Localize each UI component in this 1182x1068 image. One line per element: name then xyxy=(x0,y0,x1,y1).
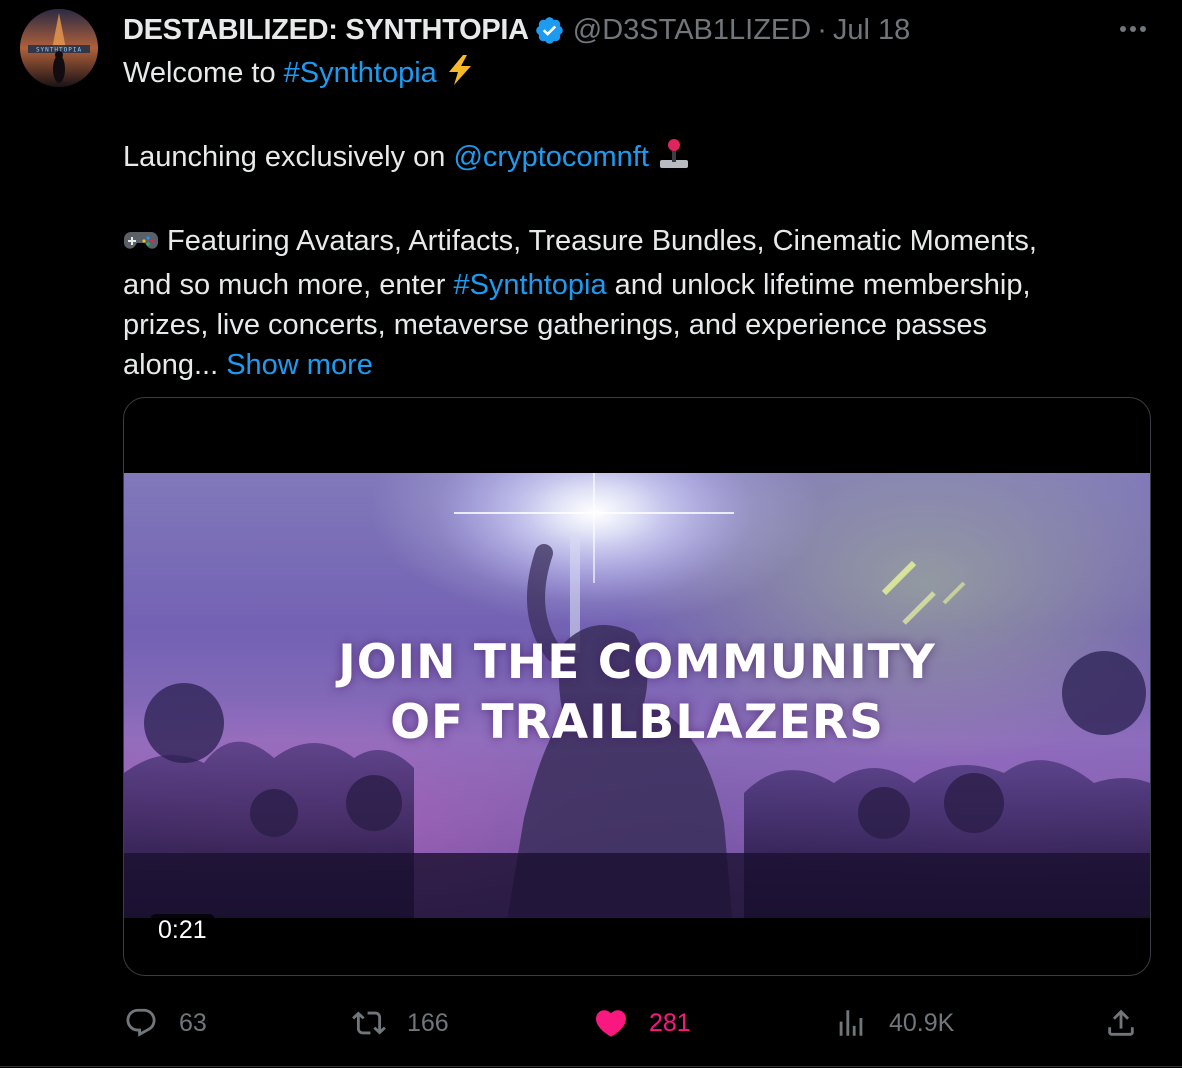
share-icon xyxy=(1103,1005,1139,1041)
avatar[interactable]: SYNTHTOPIA xyxy=(20,9,98,87)
heart-icon xyxy=(593,1005,629,1041)
like-count: 281 xyxy=(649,1008,691,1037)
gamepad-icon xyxy=(123,225,159,265)
retweet-count: 166 xyxy=(407,1008,449,1037)
like-button[interactable]: 281 xyxy=(593,1000,691,1046)
divider xyxy=(0,1066,1182,1067)
retweet-button[interactable]: 166 xyxy=(351,1000,449,1046)
tweet-header: DESTABILIZED: SYNTHTOPIA @D3STAB1LIZED ·… xyxy=(123,10,910,50)
text-segment: along... xyxy=(123,349,227,381)
video-player[interactable]: JOIN THE COMMUNITY OF TRAILBLAZERS 0:21 xyxy=(123,397,1151,976)
verified-badge-icon[interactable] xyxy=(534,15,565,46)
text-segment: Launching exclusively on xyxy=(123,141,454,173)
hashtag-synthtopia[interactable]: #Synthtopia xyxy=(284,57,437,89)
reply-icon xyxy=(123,1005,159,1041)
video-duration: 0:21 xyxy=(150,914,215,947)
mention-cryptocomnft[interactable]: @cryptocomnft xyxy=(453,141,648,173)
show-more-link[interactable]: Show more xyxy=(226,349,373,381)
text-segment: and unlock lifetime membership, xyxy=(606,269,1031,301)
more-options-icon[interactable] xyxy=(1116,12,1150,46)
views-chart-icon xyxy=(833,1005,869,1041)
view-count: 40.9K xyxy=(889,1008,955,1037)
text-segment: prizes, live concerts, metaverse gatheri… xyxy=(123,309,987,341)
share-button[interactable] xyxy=(1103,1000,1159,1046)
display-name[interactable]: DESTABILIZED: SYNTHTOPIA xyxy=(123,14,529,47)
joystick-icon xyxy=(657,138,691,181)
tweet-date[interactable]: Jul 18 xyxy=(833,14,910,47)
lightning-icon xyxy=(445,54,475,97)
reply-count: 63 xyxy=(179,1008,207,1037)
video-overlay-title-line1: JOIN THE COMMUNITY xyxy=(338,635,936,690)
hashtag-synthtopia-2[interactable]: #Synthtopia xyxy=(453,269,606,301)
video-overlay-title-line2: OF TRAILBLAZERS xyxy=(390,695,884,750)
text-segment: Featuring Avatars, Artifacts, Treasure B… xyxy=(159,225,1037,257)
tweet[interactable]: SYNTHTOPIA DESTABILIZED: SYNTHTOPIA @D3S… xyxy=(0,0,1182,1068)
video-thumbnail[interactable]: JOIN THE COMMUNITY OF TRAILBLAZERS xyxy=(124,473,1150,918)
retweet-icon xyxy=(351,1005,387,1041)
reply-button[interactable]: 63 xyxy=(123,1000,207,1046)
tweet-actions: 63 166 281 40.9K xyxy=(123,1000,1149,1046)
separator-dot: · xyxy=(817,13,827,46)
views-button[interactable]: 40.9K xyxy=(833,1000,954,1046)
tweet-text: Welcome to #Synthtopia Launching exclusi… xyxy=(123,53,1133,385)
text-segment: and so much more, enter xyxy=(123,269,454,301)
text-segment: Welcome to xyxy=(123,57,284,89)
handle[interactable]: @D3STAB1LIZED xyxy=(573,14,811,47)
